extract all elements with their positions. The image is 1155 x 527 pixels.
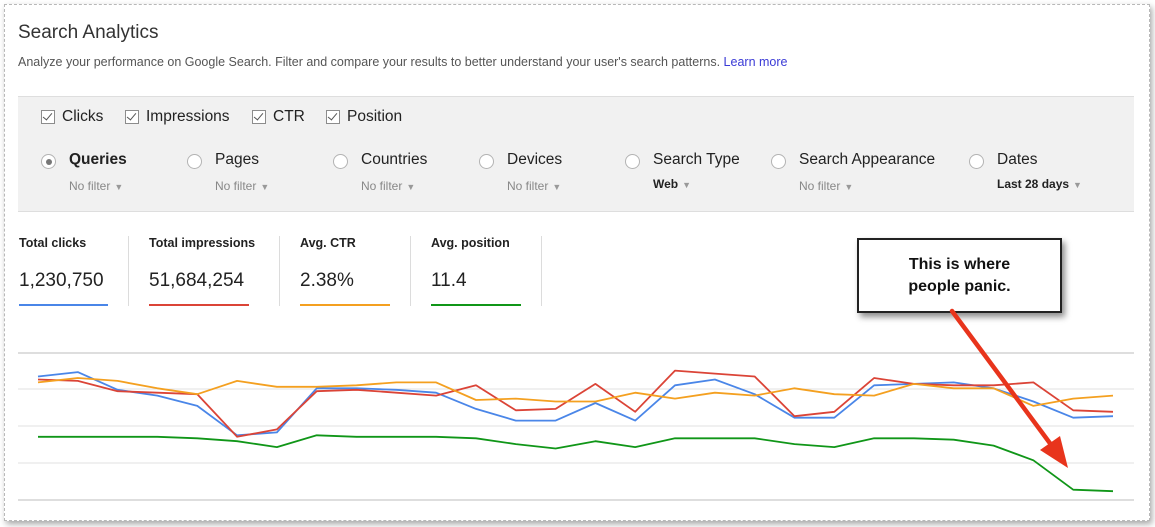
filter-devices-label: Devices — [507, 151, 563, 168]
chevron-down-icon: ▼ — [114, 182, 124, 192]
stat-divider — [410, 236, 411, 306]
filter-dates-label: Dates — [997, 151, 1038, 168]
annotation-callout: This is where people panic. — [857, 238, 1062, 313]
radio-icon — [479, 154, 494, 169]
page-title: Search Analytics — [18, 22, 159, 43]
filter-queries-value: No filter — [69, 179, 111, 193]
chevron-down-icon: ▼ — [682, 180, 692, 190]
clicks-checkbox-label: Clicks — [62, 108, 104, 125]
impressions-checkbox-label: Impressions — [146, 108, 230, 125]
performance-line-chart — [18, 352, 1134, 501]
stat-total-clicks-value: 1,230,750 — [19, 270, 104, 291]
filter-devices-dropdown[interactable]: No filter ▼ — [507, 179, 561, 193]
filter-search-appearance-label: Search Appearance — [799, 151, 936, 168]
radio-icon — [969, 154, 984, 169]
stat-total-impressions-value: 51,684,254 — [149, 270, 245, 291]
filter-search-appearance-dropdown[interactable]: No filter ▼ — [799, 179, 853, 193]
stat-avg-position-value: 11.4 — [431, 270, 467, 291]
checkbox-icon — [125, 110, 139, 124]
stat-divider — [279, 236, 280, 306]
impressions-checkbox[interactable]: Impressions — [125, 108, 230, 126]
chevron-down-icon: ▼ — [552, 182, 562, 192]
stat-total-clicks-label: Total clicks — [19, 236, 87, 250]
chevron-down-icon: ▼ — [260, 182, 270, 192]
filter-pages-dropdown[interactable]: No filter ▼ — [215, 179, 269, 193]
stat-total-impressions-label: Total impressions — [149, 236, 256, 250]
filter-pages-value: No filter — [215, 179, 257, 193]
stat-avg-position-label: Avg. position — [431, 236, 510, 250]
clicks-checkbox[interactable]: Clicks — [41, 108, 103, 126]
chevron-down-icon: ▼ — [1073, 180, 1082, 190]
chevron-down-icon: ▼ — [844, 182, 854, 192]
ctr-checkbox-label: CTR — [273, 108, 305, 125]
filter-queries-dropdown[interactable]: No filter ▼ — [69, 179, 123, 193]
checkbox-icon — [326, 110, 340, 124]
position-checkbox-label: Position — [347, 108, 403, 125]
radio-icon — [187, 154, 202, 169]
stat-avg-ctr-label: Avg. CTR — [300, 236, 356, 250]
callout-line-2: people panic. — [908, 277, 1011, 295]
filter-search-type-value: Web — [653, 177, 679, 191]
page-subtitle: Analyze your performance on Google Searc… — [18, 55, 787, 69]
stat-avg-ctr-underline — [300, 304, 390, 306]
stat-total-impressions-underline — [149, 304, 249, 306]
stat-total-clicks-underline — [19, 304, 108, 306]
filter-devices-value: No filter — [507, 179, 549, 193]
stat-divider — [541, 236, 542, 306]
filter-countries-label: Countries — [361, 151, 428, 168]
chevron-down-icon: ▼ — [406, 182, 416, 192]
checkbox-icon — [252, 110, 266, 124]
filter-bar: Queries No filter ▼ Pages No filter ▼ Coun… — [18, 137, 1134, 212]
filter-search-type-label: Search Type — [653, 151, 740, 168]
filter-search-type-dropdown[interactable]: Web ▼ — [653, 177, 691, 191]
stat-divider — [128, 236, 129, 306]
position-checkbox[interactable]: Position — [326, 108, 402, 126]
stat-avg-position-underline — [431, 304, 521, 306]
subtitle-text: Analyze your performance on Google Searc… — [18, 55, 721, 69]
filter-dates-dropdown[interactable]: Last 28 days ▼ — [997, 177, 1082, 191]
radio-icon — [771, 154, 786, 169]
filter-queries-label: Queries — [69, 151, 127, 168]
filter-countries-value: No filter — [361, 179, 403, 193]
radio-icon — [41, 154, 56, 169]
filter-countries-dropdown[interactable]: No filter ▼ — [361, 179, 415, 193]
radio-icon — [625, 154, 640, 169]
callout-line-1: This is where — [908, 255, 1011, 273]
filter-dates-value: Last 28 days — [997, 177, 1070, 191]
series-line-total-impressions — [37, 369, 1114, 438]
checkbox-icon — [41, 110, 55, 124]
stat-avg-ctr-value: 2.38% — [300, 270, 354, 291]
ctr-checkbox[interactable]: CTR — [252, 108, 305, 126]
filter-pages-label: Pages — [215, 151, 259, 168]
metrics-bar: Clicks Impressions CTR Position — [18, 96, 1134, 138]
radio-icon — [333, 154, 348, 169]
learn-more-link[interactable]: Learn more — [724, 55, 788, 69]
filter-search-appearance-value: No filter — [799, 179, 841, 193]
